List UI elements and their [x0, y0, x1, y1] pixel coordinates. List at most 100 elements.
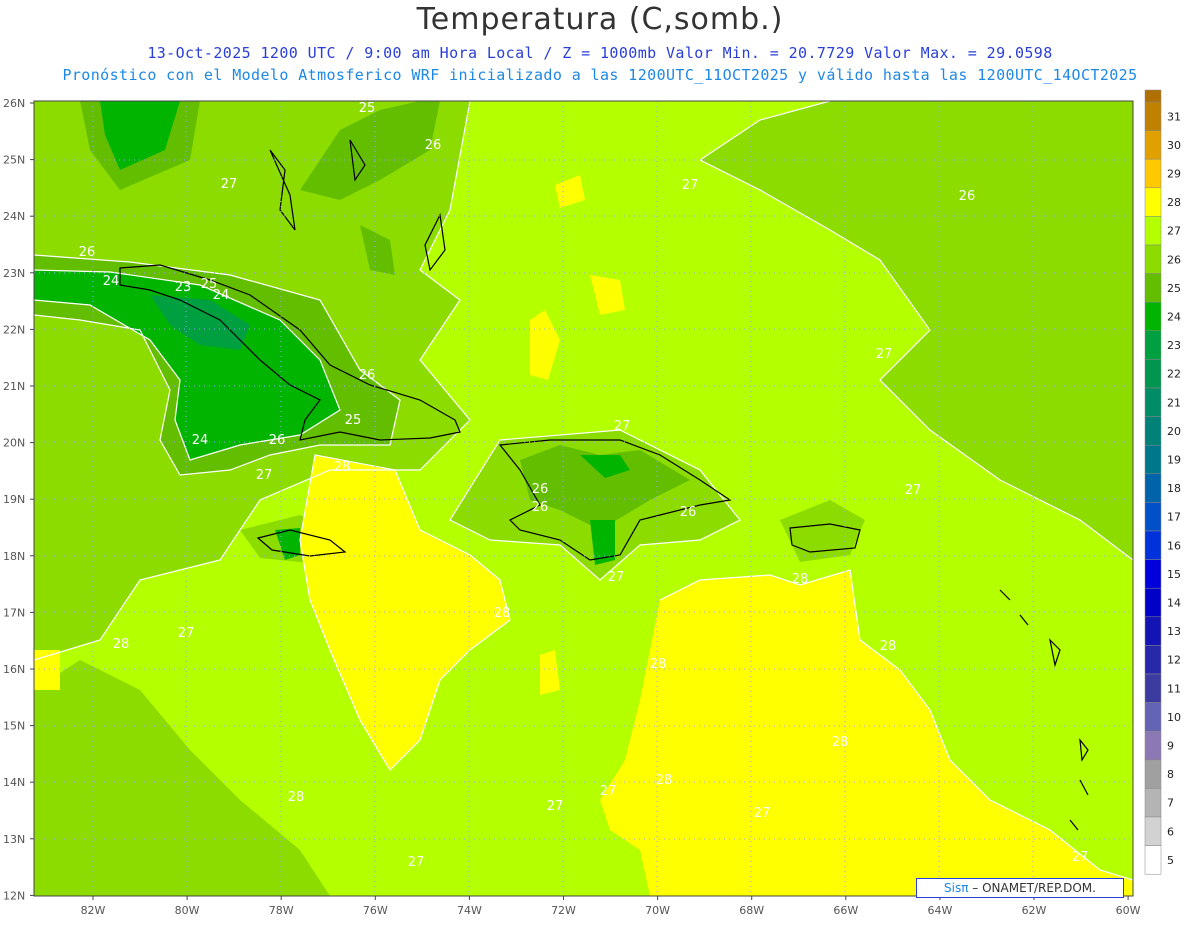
contour-label: 28	[650, 657, 667, 672]
colorbar-label-5: 5	[1167, 854, 1174, 867]
contour-label: 27	[876, 347, 893, 362]
colorbar-label-25: 25	[1167, 282, 1181, 295]
colorbar-label-30: 30	[1167, 139, 1181, 152]
colorbar-swatch-8	[1144, 759, 1162, 789]
contour-label: 28	[880, 639, 897, 654]
longitude-axis: 82W 80W 78W 76W 74W 72W 70W 68W 66W 64W 62W 60W	[81, 896, 1141, 917]
lon-label-76W: 76W	[363, 904, 388, 917]
lon-label-60W: 60W	[1116, 904, 1141, 917]
colorbar-label-14: 14	[1167, 597, 1181, 610]
contour-label: 27	[608, 570, 625, 585]
contour-label: 27	[256, 468, 273, 483]
colorbar-label-13: 13	[1167, 625, 1181, 638]
colorbar-label-29: 29	[1167, 168, 1181, 181]
colorbar-swatch-13	[1144, 616, 1162, 646]
contour-label: 28	[288, 790, 305, 805]
colorbar-swatch-7	[1144, 788, 1162, 818]
sispi-logo-text: Sisπ	[944, 881, 969, 895]
contour-label: 28	[792, 572, 809, 587]
latitude-axis: 26N 25N 24N 23N 22N 21N 20N 19N 18N 17N 16N 15N 14N 1…	[3, 97, 34, 902]
lat-label-14N: 14N	[3, 776, 25, 789]
contour-label: 26	[269, 433, 286, 448]
colorbar-label-18: 18	[1167, 482, 1181, 495]
lat-label-19N: 19N	[3, 493, 25, 506]
lat-label-24N: 24N	[3, 210, 25, 223]
lon-label-68W: 68W	[739, 904, 764, 917]
colorbar-swatch-6	[1144, 816, 1162, 846]
contour-label: 27	[614, 419, 631, 434]
colorbar-label-12: 12	[1167, 654, 1181, 667]
lat-label-13N: 13N	[3, 833, 25, 846]
contour-label: 28	[832, 735, 849, 750]
colorbar-swatch-25	[1144, 273, 1162, 303]
colorbar-label-17: 17	[1167, 511, 1181, 524]
contour-label: 26	[680, 505, 697, 520]
contour-label: 27	[178, 626, 195, 641]
contour-label: 28	[113, 637, 130, 652]
colorbar-label-10: 10	[1167, 711, 1181, 724]
contour-label: 27	[600, 784, 617, 799]
lat-label-17N: 17N	[3, 606, 25, 619]
contour-label: 27	[1072, 850, 1089, 865]
contour-label: 26	[532, 482, 549, 497]
lat-label-16N: 16N	[3, 663, 25, 676]
colorbar-label-21: 21	[1167, 396, 1181, 409]
lon-label-70W: 70W	[645, 904, 670, 917]
contour-label: 24	[192, 433, 209, 448]
colorbar-label-22: 22	[1167, 368, 1181, 381]
colorbar-top-swatch	[1144, 89, 1162, 103]
colorbar: 31 30 29 28 27 26 25 24 23 22 21 20 19 18 17 16 15 14 13 12…	[1144, 89, 1181, 875]
colorbar-swatch-27	[1144, 216, 1162, 246]
contour-label: 27	[682, 178, 699, 193]
lat-label-12N: 12N	[3, 889, 25, 902]
lon-label-72W: 72W	[551, 904, 576, 917]
contour-label: 26	[532, 500, 549, 515]
colorbar-swatch-31	[1144, 101, 1162, 131]
colorbar-swatch-20	[1144, 416, 1162, 446]
colorbar-swatch-23	[1144, 330, 1162, 360]
colorbar-swatch-9	[1144, 730, 1162, 761]
colorbar-swatch-14	[1144, 587, 1162, 618]
colorbar-swatch-19	[1144, 444, 1162, 475]
contour-label: 26	[359, 368, 376, 383]
colorbar-swatch-29	[1144, 158, 1162, 189]
lat-label-18N: 18N	[3, 550, 25, 563]
colorbar-label-15: 15	[1167, 568, 1181, 581]
contour-label: 26	[79, 245, 96, 260]
colorbar-label-27: 27	[1167, 225, 1181, 238]
colorbar-label-11: 11	[1167, 682, 1181, 695]
lat-label-25N: 25N	[3, 154, 25, 167]
lon-label-74W: 74W	[457, 904, 482, 917]
contour-label: 27	[408, 855, 425, 870]
colorbar-swatch-24	[1144, 301, 1162, 332]
colorbar-swatch-30	[1144, 130, 1162, 160]
contour-label: 28	[334, 460, 351, 475]
lon-label-66W: 66W	[833, 904, 858, 917]
colorbar-swatch-10	[1144, 702, 1162, 732]
colorbar-swatch-21	[1144, 387, 1162, 417]
colorbar-label-28: 28	[1167, 196, 1181, 209]
credit-text: – ONAMET/REP.DOM.	[972, 881, 1096, 895]
colorbar-label-8: 8	[1167, 768, 1174, 781]
credit-box: Sisπ – ONAMET/REP.DOM.	[916, 878, 1124, 898]
contour-label: 27	[221, 177, 238, 192]
contour-label: 27	[547, 799, 564, 814]
lat-label-26N: 26N	[3, 97, 25, 110]
lat-label-15N: 15N	[3, 720, 25, 733]
colorbar-swatch-5	[1144, 845, 1162, 875]
colorbar-swatch-28	[1144, 187, 1162, 217]
lon-label-82W: 82W	[81, 904, 106, 917]
contour-label: 23	[175, 280, 192, 295]
contour-label: 27	[754, 806, 771, 821]
colorbar-swatch-18	[1144, 473, 1162, 503]
colorbar-label-31: 31	[1167, 110, 1181, 123]
contour-label: 25	[359, 101, 376, 116]
colorbar-label-9: 9	[1167, 740, 1174, 753]
colorbar-swatch-11	[1144, 673, 1162, 703]
contour-label: 24	[213, 288, 230, 303]
colorbar-label-6: 6	[1167, 825, 1174, 838]
lon-label-78W: 78W	[269, 904, 294, 917]
contour-label: 24	[103, 274, 120, 289]
colorbar-label-16: 16	[1167, 539, 1181, 552]
colorbar-swatch-16	[1144, 530, 1162, 560]
